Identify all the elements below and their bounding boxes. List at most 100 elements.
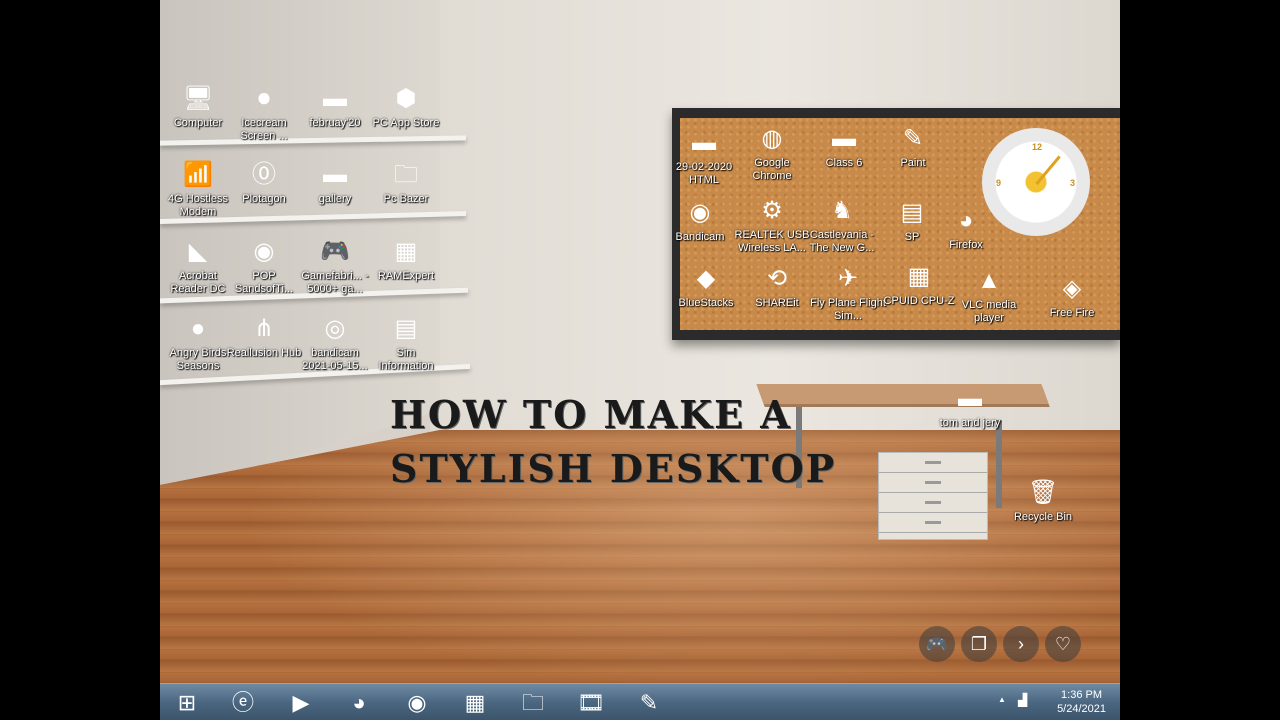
shortcut-label: Google Chrome: [752, 157, 792, 182]
shortcut-label: gallery: [318, 193, 352, 205]
desktop-shortcut[interactable]: ▦ CPUID CPU-Z: [881, 262, 957, 308]
wireless-icon: ⚙: [761, 197, 783, 224]
desktop-shortcut[interactable]: ▬ tom and jery: [932, 384, 1008, 430]
shortcut-label: Computer: [173, 117, 223, 129]
start-button[interactable]: ⊞: [162, 686, 212, 719]
copy-button[interactable]: ❐: [961, 626, 997, 662]
clock-time: 1:36 PM: [1061, 689, 1103, 701]
desktop-shortcut[interactable]: ◆ BlueStacks: [668, 264, 744, 310]
shortcut-label: REALTEK USB Wireless LA...: [734, 229, 810, 254]
shortcut-label: Class 6: [825, 157, 863, 169]
taskbar-app-button[interactable]: 🗀: [510, 686, 556, 719]
paint-icon: ✎: [902, 125, 924, 152]
shortcut-label: POP SandsofTi...: [234, 270, 294, 295]
desktop-shortcut[interactable]: ⏺ Icecream Screen ...: [226, 84, 302, 143]
shortcut-label: Pc Bazer: [383, 193, 429, 205]
bandicam-icon: ◉: [689, 199, 711, 226]
plane-icon: ✈: [837, 265, 859, 292]
shortcut-label: Castlevania - The New G...: [809, 229, 875, 254]
desktop-shortcut[interactable]: ▤ Sim Information: [368, 314, 444, 373]
bluestacks-icon: ◆: [696, 265, 716, 292]
show-hidden-icons-icon[interactable]: ▲: [998, 695, 1006, 704]
shortcut-label: Icecream Screen ...: [240, 117, 288, 142]
taskbar-app-button[interactable]: ✎: [626, 686, 672, 719]
firefox-icon: ◕: [352, 690, 366, 715]
shortcut-label: 4G Hostless Modem: [168, 193, 228, 218]
desktop-shortcut[interactable]: 🖥 Computer: [160, 84, 236, 130]
desktop-shortcut[interactable]: ▦ RAMExpert: [368, 237, 444, 283]
explorer-icon: 🗀: [521, 690, 544, 715]
desktop-shortcut[interactable]: ▲ VLC media player: [951, 266, 1027, 325]
reallusion-icon: ⋔: [253, 315, 275, 342]
angry-birds-icon: ●: [190, 315, 206, 342]
heart-button[interactable]: ♡: [1045, 626, 1081, 662]
document-icon: ▤: [394, 315, 418, 342]
taskbar: ⊞ ⓔ ▶ ◕ ◉ ▦ 🗀 🎞 ✎ ▲ ▟ 1:36 PM 5/24/2021: [160, 683, 1120, 720]
gamepad-icon: 🎮: [925, 634, 949, 654]
movie-maker-icon: 🎞: [577, 690, 605, 715]
drive-icon: ▬: [832, 125, 856, 152]
taskbar-app-button[interactable]: ⓔ: [220, 686, 266, 719]
recycle-bin-icon: 🗑: [1028, 479, 1059, 506]
heart-icon: ♡: [1054, 634, 1072, 654]
desktop-shortcut[interactable]: ▬ Class 6: [806, 124, 882, 170]
taskbar-app-button[interactable]: ▶: [278, 686, 324, 719]
desktop-shortcut[interactable]: ◕ Firefox: [928, 206, 1004, 252]
bandicam-file-icon: ◎: [324, 315, 346, 342]
desktop-shortcut[interactable]: ⟲ SHAREit: [739, 264, 815, 310]
free-fire-icon: ◈: [1062, 275, 1082, 302]
gamepad-button[interactable]: 🎮: [919, 626, 955, 662]
drive-icon: ▬: [323, 85, 347, 112]
desktop-shortcut[interactable]: ◉ POP SandsofTi...: [226, 237, 302, 296]
icecream-icon: ⏺: [258, 85, 270, 112]
acrobat-icon: ◣: [188, 238, 208, 265]
desktop-shortcut[interactable]: ♞ Castlevania - The New G...: [804, 196, 880, 255]
ie-icon: ⓔ: [231, 690, 254, 715]
network-signal-icon[interactable]: ▟: [1018, 693, 1027, 707]
desktop-shortcut[interactable]: ◉ Bandicam: [662, 198, 738, 244]
shortcut-label: bandicam 2021-05-15...: [302, 347, 368, 372]
modem-icon: 📶: [183, 161, 213, 188]
plotagon-icon: ⓪: [252, 161, 276, 188]
desktop-shortcut[interactable]: ◍ Google Chrome: [734, 124, 810, 183]
shareit-icon: ⟲: [766, 265, 788, 292]
desktop-shortcut[interactable]: ✈ Fly Plane Flight Sim...: [810, 264, 886, 323]
desktop-shortcut[interactable]: ⓪ Plotagon: [226, 160, 302, 206]
desktop-shortcut[interactable]: ◣ Acrobat Reader DC: [160, 237, 236, 296]
desktop-shortcut[interactable]: 📶 4G Hostless Modem: [160, 160, 236, 219]
shortcut-label: Sim Information: [378, 347, 434, 372]
next-button[interactable]: ›: [1003, 626, 1039, 662]
desktop-shortcut[interactable]: ✎ Paint: [875, 124, 951, 170]
taskbar-app-button[interactable]: ▦: [452, 686, 498, 719]
drive-icon: ▬: [692, 129, 716, 156]
desktop-shortcut[interactable]: ◎ bandicam 2021-05-15...: [297, 314, 373, 373]
shortcut-label: februay'20: [309, 117, 361, 129]
desktop-shortcut[interactable]: ⋔ Reallusion Hub: [226, 314, 302, 360]
gamepad-icon: 🎮: [320, 238, 350, 265]
desktop-shortcut[interactable]: ▬ gallery: [297, 160, 373, 206]
shortcut-label: CPUID CPU-Z: [883, 295, 955, 307]
document-icon: ▤: [900, 199, 924, 226]
desktop-shortcut[interactable]: ● Angry Birds Seasons: [160, 314, 236, 373]
desktop-shortcut[interactable]: ▬ 29-02-2020 HTML: [666, 128, 742, 187]
taskbar-app-button[interactable]: ◉: [394, 686, 440, 719]
system-tray: ▲ ▟ 1:36 PM 5/24/2021: [980, 684, 1120, 720]
desktop-shortcut[interactable]: 🗀 Pc Bazer: [368, 160, 444, 206]
taskbar-app-button[interactable]: 🎞: [568, 686, 614, 719]
desktop-shortcut[interactable]: ◈ Free Fire: [1034, 274, 1110, 320]
desktop-shortcut[interactable]: ▬ februay'20: [297, 84, 373, 130]
bandicam-icon: ◉: [407, 690, 427, 715]
taskbar-app-button[interactable]: ◕: [336, 686, 382, 719]
desktop-shortcut[interactable]: ⬢ PC App Store: [368, 84, 444, 130]
clock[interactable]: 1:36 PM 5/24/2021: [1057, 688, 1106, 716]
desktop-shortcut[interactable]: 🎮 Gamefabri... - 5000+ ga...: [297, 237, 373, 296]
desktop-shortcut[interactable]: ⚙ REALTEK USB Wireless LA...: [734, 196, 810, 255]
shortcut-label: Gamefabri... - 5000+ ga...: [301, 270, 369, 295]
firefox-icon: ◕: [958, 207, 974, 234]
shortcut-label: Recycle Bin: [1013, 511, 1073, 523]
laptop-icon: ▬: [958, 385, 982, 412]
shortcut-label: Reallusion Hub: [226, 347, 302, 359]
shortcut-label: Firefox: [949, 239, 983, 251]
desktop-shortcut[interactable]: 🗑 Recycle Bin: [1005, 478, 1081, 524]
next-icon: ›: [1018, 634, 1024, 654]
